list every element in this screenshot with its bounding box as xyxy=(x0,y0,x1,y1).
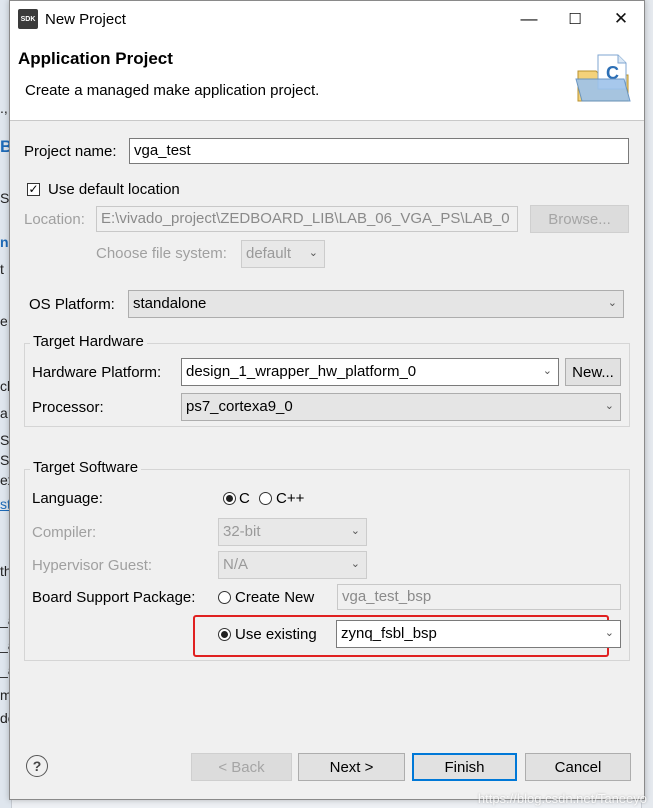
finish-button[interactable]: Finish xyxy=(412,753,517,781)
compiler-value: 32-bit xyxy=(223,523,261,540)
use-default-location-label: Use default location xyxy=(48,181,180,198)
page-title: Application Project xyxy=(18,49,173,68)
target-software-label: Target Software xyxy=(30,459,142,476)
close-button[interactable]: ✕ xyxy=(598,1,644,37)
chevron-down-icon: ⌄ xyxy=(604,627,614,639)
file-system-label: Choose file system: xyxy=(96,245,227,262)
title-bar[interactable]: SDK New Project — ☐ ✕ xyxy=(10,1,644,37)
use-existing-bsp-radio[interactable] xyxy=(218,628,231,641)
language-c-label: C xyxy=(239,490,250,507)
use-default-location-checkbox[interactable]: ✓ xyxy=(27,183,40,196)
help-icon[interactable]: ? xyxy=(26,755,48,777)
hypervisor-guest-value: N/A xyxy=(223,556,249,573)
language-label: Language: xyxy=(32,490,103,507)
language-cpp-radio[interactable] xyxy=(259,492,272,505)
os-platform-label: OS Platform: xyxy=(29,296,115,313)
hardware-platform-value: design_1_wrapper_hw_platform_0 xyxy=(186,363,417,380)
next-button[interactable]: Next > xyxy=(298,753,405,781)
create-new-bsp-label: Create New xyxy=(235,589,315,606)
chevron-down-icon: ⌄ xyxy=(604,400,614,412)
project-name-input[interactable]: vga_test xyxy=(129,138,629,164)
location-label: Location: xyxy=(24,211,85,228)
maximize-button[interactable]: ☐ xyxy=(552,1,598,37)
cancel-button[interactable]: Cancel xyxy=(525,753,631,781)
hypervisor-guest-select[interactable]: N/A ⌄ xyxy=(218,551,367,579)
use-existing-bsp-value: zynq_fsbl_bsp xyxy=(341,625,437,642)
compiler-select[interactable]: 32-bit ⌄ xyxy=(218,518,367,546)
processor-select[interactable]: ps7_cortexa9_0 ⌄ xyxy=(181,393,621,421)
hardware-platform-select[interactable]: design_1_wrapper_hw_platform_0 ⌄ xyxy=(181,358,559,386)
sdk-app-icon: SDK xyxy=(18,9,38,29)
new-project-dialog: SDK New Project — ☐ ✕ Application Projec… xyxy=(9,0,645,800)
compiler-label: Compiler: xyxy=(32,524,97,541)
chevron-down-icon: ⌄ xyxy=(607,297,617,309)
hardware-platform-label: Hardware Platform: xyxy=(32,364,162,381)
location-input[interactable]: E:\vivado_project\ZEDBOARD_LIB\LAB_06_VG… xyxy=(96,206,518,232)
project-name-label: Project name: xyxy=(24,143,117,160)
language-cpp-label: C++ xyxy=(276,490,305,507)
watermark: https://blog.csdn.net/Taneeyo xyxy=(477,791,647,806)
os-platform-select[interactable]: standalone ⌄ xyxy=(128,290,624,318)
create-new-bsp-input[interactable]: vga_test_bsp xyxy=(337,584,621,610)
processor-label: Processor: xyxy=(32,399,104,416)
chevron-down-icon: ⌄ xyxy=(308,247,318,259)
create-new-bsp-radio[interactable] xyxy=(218,591,231,604)
window-title: New Project xyxy=(45,10,126,28)
wizard-header: Application Project Create a managed mak… xyxy=(10,37,644,121)
file-system-select[interactable]: default ⌄ xyxy=(241,240,325,268)
hypervisor-guest-label: Hypervisor Guest: xyxy=(32,557,153,574)
back-button[interactable]: < Back xyxy=(191,753,292,781)
chevron-down-icon: ⌄ xyxy=(350,558,360,570)
browse-button[interactable]: Browse... xyxy=(530,205,629,233)
bsp-label: Board Support Package: xyxy=(32,589,196,606)
processor-value: ps7_cortexa9_0 xyxy=(186,398,293,415)
target-hardware-label: Target Hardware xyxy=(30,333,147,350)
new-hardware-button[interactable]: New... xyxy=(565,358,621,386)
chevron-down-icon: ⌄ xyxy=(542,365,552,377)
use-existing-bsp-select[interactable]: zynq_fsbl_bsp ⌄ xyxy=(336,620,621,648)
file-system-value: default xyxy=(246,245,292,262)
minimize-button[interactable]: — xyxy=(506,1,552,37)
c-project-folder-icon: C xyxy=(575,54,631,102)
page-description: Create a managed make application projec… xyxy=(25,82,320,99)
language-c-radio[interactable] xyxy=(223,492,236,505)
os-platform-value: standalone xyxy=(133,295,207,312)
chevron-down-icon: ⌄ xyxy=(350,525,360,537)
use-existing-bsp-label: Use existing xyxy=(235,626,317,643)
